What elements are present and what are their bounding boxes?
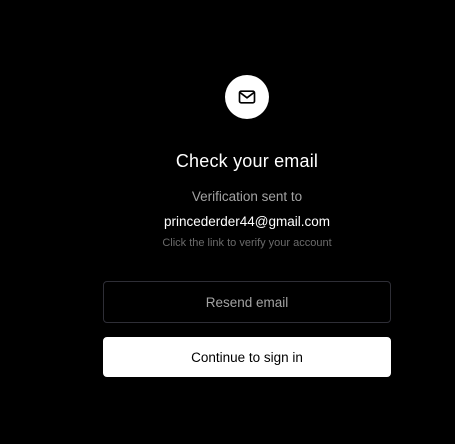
verify-hint: Click the link to verify your account xyxy=(162,237,332,249)
mail-icon-badge xyxy=(225,75,269,119)
verification-sent-label: Verification sent to xyxy=(191,189,303,204)
mail-icon xyxy=(238,90,256,104)
page-title: Check your email xyxy=(175,151,319,171)
email-address: princederder44@gmail.com xyxy=(163,214,331,229)
resend-email-button[interactable]: Resend email xyxy=(103,281,391,323)
continue-to-sign-in-button[interactable]: Continue to sign in xyxy=(103,337,391,377)
